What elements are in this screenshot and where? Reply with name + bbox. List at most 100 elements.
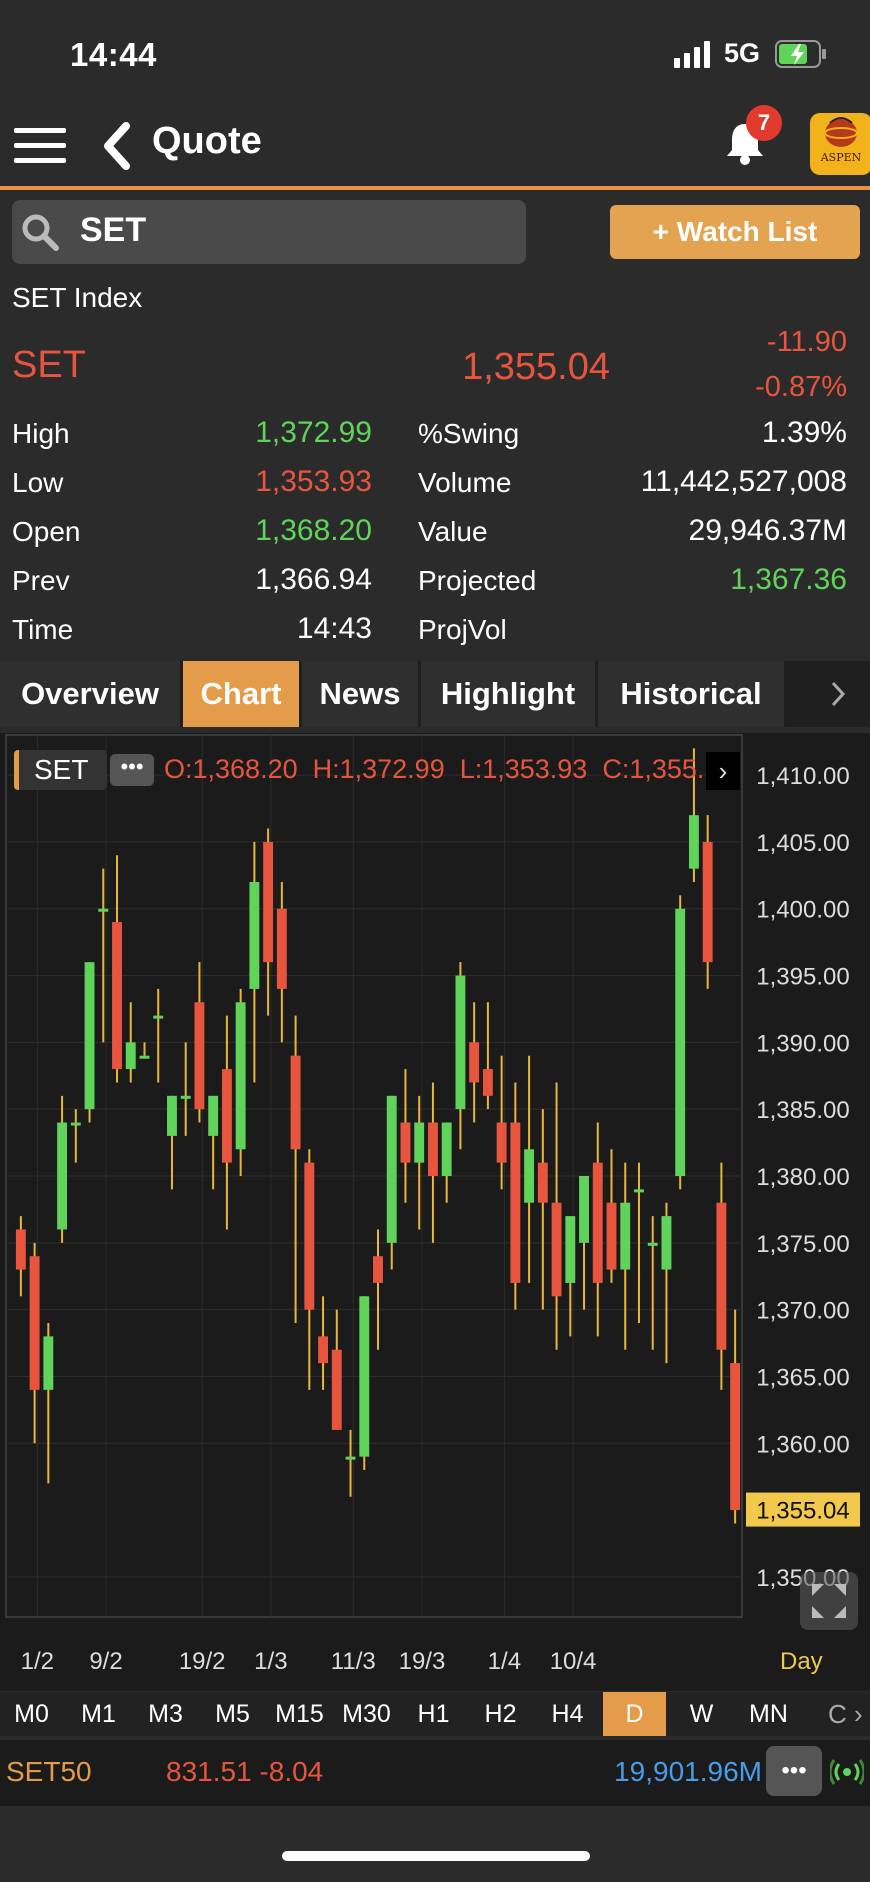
timeframe-m1[interactable]: M1 [67,1692,130,1736]
candle-body[interactable] [70,1122,81,1126]
candle-body[interactable] [441,1122,452,1176]
chart-area[interactable]: 1,410.00 1,405.00 1,400.00 1,395.00 1,390.00… [0,733,870,1691]
stat-label-pct-swing: %Swing [418,418,520,449]
tab-news[interactable]: News [302,661,418,727]
timeframe-m5[interactable]: M5 [201,1692,264,1736]
candle-body[interactable] [592,1162,603,1283]
candle-body[interactable] [455,975,466,1110]
candle-body[interactable] [524,1149,535,1203]
stat-value-prev: 1,366.94 [255,563,372,596]
candle-body[interactable] [537,1162,548,1203]
timeframe-mn[interactable]: MN [737,1692,800,1736]
candle-body[interactable] [359,1296,370,1457]
price-change-percent: -0.87% [755,371,847,403]
candle-body[interactable] [386,1095,397,1243]
timeframe-h1[interactable]: H1 [402,1692,465,1736]
candle-body[interactable] [208,1095,219,1136]
tabs-scroll-right-icon[interactable] [787,661,870,727]
timeframe-scroll-right-icon[interactable]: C › [828,1692,870,1736]
candle-body[interactable] [565,1216,576,1283]
search-input[interactable]: SET [80,211,146,250]
candle-body[interactable] [318,1336,329,1364]
candle-body[interactable] [235,1002,246,1150]
candle-body[interactable] [249,882,260,989]
stat-value-low: 1,353.93 [255,465,372,498]
timeframe-w[interactable]: W [670,1692,733,1736]
candle-body[interactable] [730,1363,741,1511]
timeframe-m3[interactable]: M3 [134,1692,197,1736]
timeframe-m30[interactable]: M30 [335,1692,398,1736]
candlestick-chart[interactable]: 1,410.00 1,405.00 1,400.00 1,395.00 1,390.00… [0,733,870,1691]
candle-body[interactable] [263,841,274,963]
candle-body[interactable] [125,1042,136,1070]
back-chevron-icon[interactable] [100,122,134,170]
candle-body[interactable] [221,1069,232,1163]
candle-body[interactable] [112,922,122,1070]
add-watch-list-button[interactable]: + Watch List [610,205,860,259]
y-tick-label: 1,380.00 [756,1164,849,1191]
tab-historical[interactable]: Historical [598,661,784,727]
candle-body[interactable] [15,1229,26,1270]
candle-body[interactable] [84,962,95,1110]
y-tick-label: 1,400.00 [756,897,849,924]
candle-body[interactable] [139,1055,150,1059]
candle-body[interactable] [194,1002,205,1110]
candle-body[interactable] [716,1202,727,1350]
chart-options-icon[interactable]: ••• [110,754,154,786]
candle-body[interactable] [276,908,287,989]
hamburger-menu-icon[interactable] [14,124,66,168]
tab-highlight[interactable]: Highlight [421,661,595,727]
candle-body[interactable] [400,1122,411,1163]
candle-body[interactable] [620,1202,631,1270]
candle-body[interactable] [345,1456,356,1460]
candle-body[interactable] [510,1122,521,1283]
candle-body[interactable] [647,1242,658,1246]
candle-body[interactable] [688,815,699,869]
candle-body[interactable] [661,1216,672,1270]
timeframe-h4[interactable]: H4 [536,1692,599,1736]
candle-body[interactable] [57,1122,68,1230]
y-tick-label: 1,365.00 [756,1364,849,1391]
expand-chart-icon[interactable] [800,1572,858,1630]
candle-body[interactable] [290,1055,301,1150]
candle-body[interactable] [153,1015,164,1019]
page-title: Quote [152,120,262,162]
candle-body[interactable] [304,1162,315,1310]
timeframe-d[interactable]: D [603,1692,666,1736]
tab-chart[interactable]: Chart [183,661,299,727]
y-tick-label: 1,405.00 [756,830,849,857]
candle-body[interactable] [482,1069,493,1096]
candle-body[interactable] [43,1336,54,1390]
candle-body[interactable] [579,1176,589,1243]
timeframe-h2[interactable]: H2 [469,1692,532,1736]
candle-body[interactable] [606,1202,617,1270]
candle-body[interactable] [551,1202,562,1297]
candle-body[interactable] [675,908,686,1176]
aspen-logo[interactable]: ASPEN [810,113,870,175]
ohlc-scroll-right-icon[interactable]: › [706,752,740,790]
candle-body[interactable] [634,1189,644,1193]
candle-body[interactable] [469,1042,480,1083]
ticker-more-button[interactable]: ••• [766,1746,822,1796]
candle-body[interactable] [427,1122,438,1176]
candle-body[interactable] [29,1256,40,1390]
candle-body[interactable] [373,1256,383,1283]
stat-value-open: 1,368.20 [255,514,372,547]
candle-body[interactable] [496,1122,507,1163]
candle-body[interactable] [414,1122,425,1163]
stat-label-time: Time [12,614,74,645]
timeframe-m0[interactable]: M0 [0,1692,63,1736]
period-label: Day [780,1648,823,1675]
ticker-symbol: SET50 [6,1756,92,1787]
tab-overview[interactable]: Overview [0,661,180,727]
candle-body[interactable] [331,1349,342,1430]
x-tick-label: 11/3 [331,1648,376,1675]
logo-label: ASPEN [820,151,862,164]
candle-body[interactable] [702,841,713,963]
timeframe-m15[interactable]: M15 [268,1692,331,1736]
candle-body[interactable] [167,1095,177,1136]
y-tick-label: 1,385.00 [756,1097,849,1124]
candle-body[interactable] [180,1095,191,1099]
stat-label-projected: Projected [418,565,537,596]
candle-body[interactable] [98,908,109,912]
